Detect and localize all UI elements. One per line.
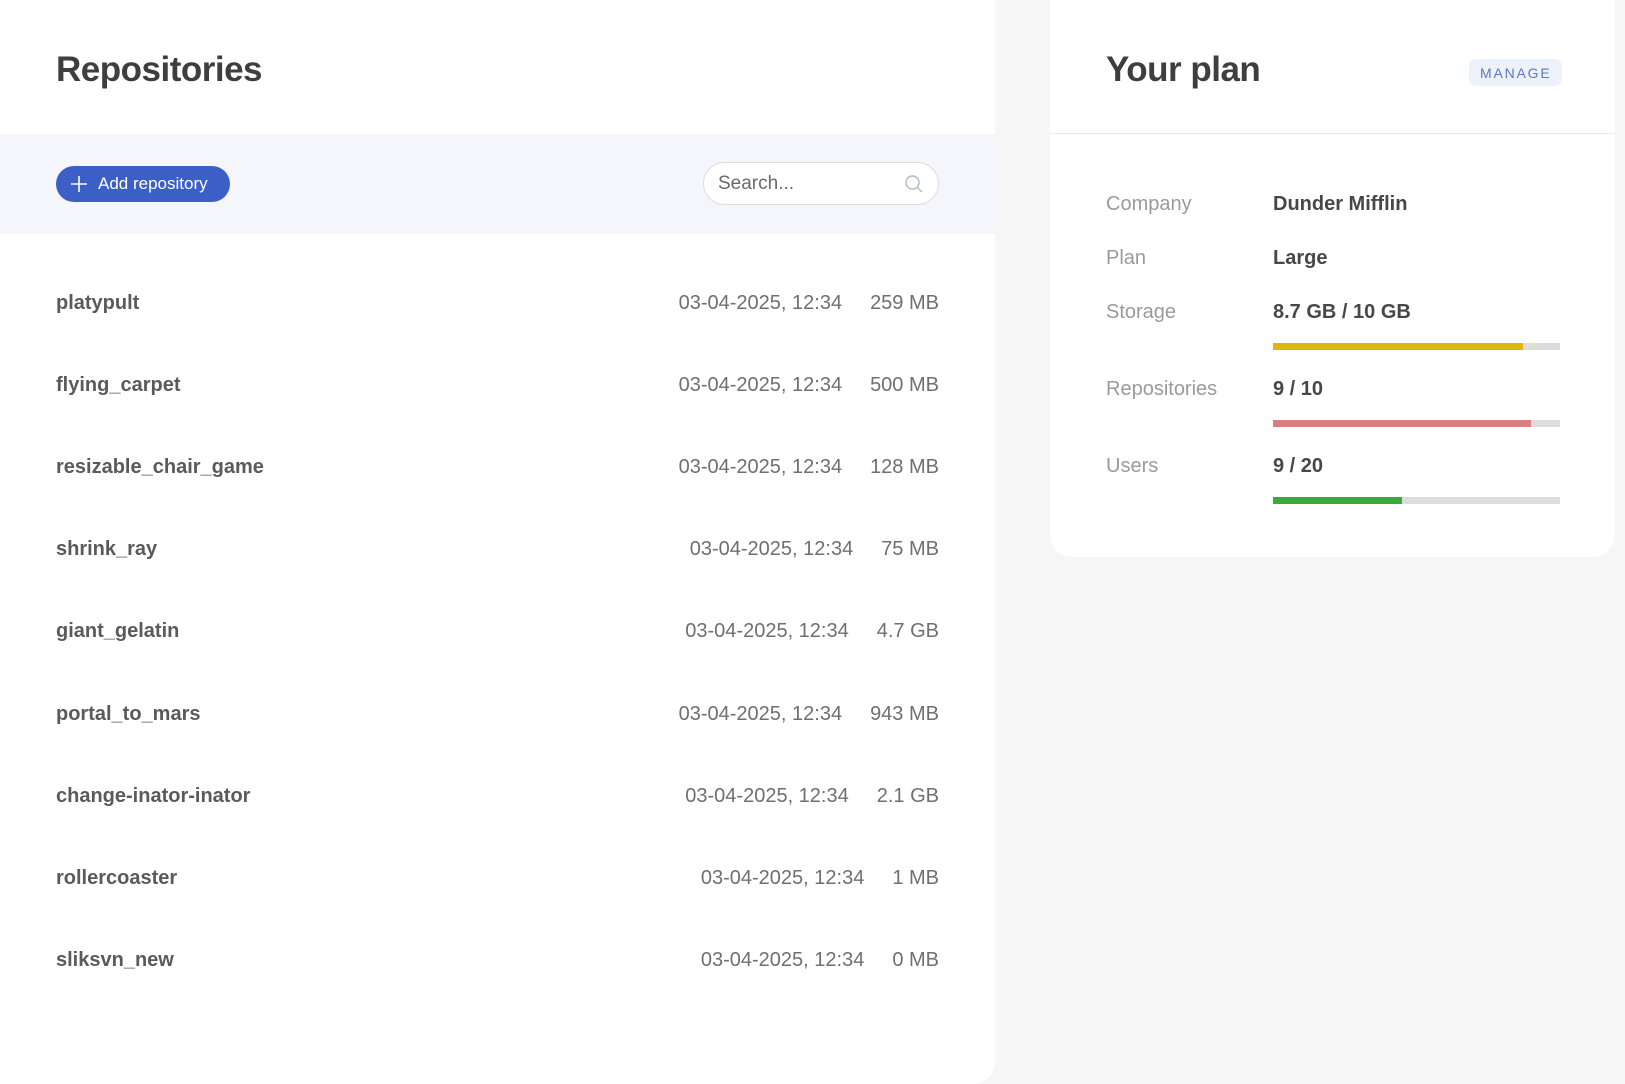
- repository-date: 03-04-2025, 12:34: [700, 866, 865, 889]
- repository-list: platypult 03-04-2025, 12:34 259 MB flyin…: [0, 262, 995, 1002]
- repository-size: 500 MB: [870, 373, 939, 396]
- manage-button[interactable]: MANAGE: [1469, 59, 1563, 86]
- repositories-panel: Repositories Add repository platypult 03…: [0, 0, 995, 1084]
- repository-row[interactable]: shrink_ray 03-04-2025, 12:34 75 MB: [0, 509, 995, 591]
- company-value: Dunder Mifflin: [1273, 193, 1408, 215]
- plan-header: Your plan MANAGE: [1050, 0, 1615, 134]
- repositories-usage-fill: [1273, 420, 1532, 427]
- repository-name[interactable]: portal_to_mars: [56, 703, 679, 726]
- storage-usage-bar: [1273, 343, 1560, 350]
- repositories-toolbar: Add repository: [0, 134, 995, 234]
- page-title: Repositories: [56, 50, 263, 89]
- plan-title: Your plan: [1106, 50, 1261, 89]
- repository-name[interactable]: flying_carpet: [56, 374, 679, 397]
- plan-panel: Your plan MANAGE Company Dunder Mifflin …: [1050, 0, 1615, 557]
- repository-date: 03-04-2025, 12:34: [689, 538, 854, 561]
- repository-size: 943 MB: [870, 702, 939, 725]
- repository-row[interactable]: change-inator-inator 03-04-2025, 12:34 2…: [0, 755, 995, 837]
- company-label: Company: [1106, 193, 1192, 215]
- storage-label: Storage: [1106, 301, 1177, 323]
- repository-date: 03-04-2025, 12:34: [700, 949, 865, 972]
- repository-name[interactable]: change-inator-inator: [56, 785, 685, 808]
- users-usage-fill: [1273, 497, 1403, 504]
- repository-size: 128 MB: [870, 455, 939, 478]
- repository-size: 1 MB: [892, 866, 939, 889]
- storage-usage-fill: [1273, 343, 1523, 350]
- repository-name[interactable]: giant_gelatin: [56, 620, 685, 643]
- search-icon[interactable]: [904, 174, 924, 194]
- users-label: Users: [1106, 455, 1159, 477]
- repository-size: 75 MB: [881, 538, 939, 561]
- repository-row[interactable]: rollercoaster 03-04-2025, 12:34 1 MB: [0, 837, 995, 919]
- repository-name[interactable]: shrink_ray: [56, 538, 690, 561]
- search-input[interactable]: [718, 172, 898, 195]
- repository-name[interactable]: rollercoaster: [56, 867, 701, 890]
- repository-date: 03-04-2025, 12:34: [678, 702, 843, 725]
- repositories-label: Repositories: [1106, 378, 1218, 400]
- repository-date: 03-04-2025, 12:34: [685, 620, 849, 643]
- plan-value: Large: [1273, 247, 1328, 269]
- repository-size: 0 MB: [892, 949, 939, 972]
- repository-date: 03-04-2025, 12:34: [678, 291, 843, 314]
- plus-icon: [71, 176, 87, 192]
- repository-row[interactable]: platypult 03-04-2025, 12:34 259 MB: [0, 262, 995, 344]
- users-usage-bar: [1273, 497, 1560, 504]
- search-box: [703, 162, 939, 205]
- repository-date: 03-04-2025, 12:34: [685, 784, 849, 807]
- storage-value: 8.7 GB / 10 GB: [1273, 301, 1411, 323]
- repository-size: 259 MB: [870, 291, 939, 314]
- repository-name[interactable]: resizable_chair_game: [56, 456, 679, 479]
- users-value: 9 / 20: [1273, 455, 1324, 477]
- repository-row[interactable]: flying_carpet 03-04-2025, 12:34 500 MB: [0, 344, 995, 426]
- repository-size: 4.7 GB: [876, 620, 939, 643]
- repository-row[interactable]: resizable_chair_game 03-04-2025, 12:34 1…: [0, 426, 995, 508]
- repository-row[interactable]: sliksvn_new 03-04-2025, 12:34 0 MB: [0, 920, 995, 1002]
- repository-size: 2.1 GB: [876, 784, 939, 807]
- repository-name[interactable]: platypult: [56, 292, 679, 315]
- add-repository-button[interactable]: Add repository: [56, 166, 230, 202]
- repository-row[interactable]: portal_to_mars 03-04-2025, 12:34 943 MB: [0, 673, 995, 755]
- plan-label: Plan: [1106, 247, 1147, 269]
- repository-name[interactable]: sliksvn_new: [56, 949, 701, 972]
- repositories-value: 9 / 10: [1273, 378, 1324, 400]
- repository-row[interactable]: giant_gelatin 03-04-2025, 12:34 4.7 GB: [0, 591, 995, 673]
- repository-date: 03-04-2025, 12:34: [678, 455, 843, 478]
- repositories-usage-bar: [1273, 420, 1560, 427]
- repository-date: 03-04-2025, 12:34: [678, 373, 843, 396]
- add-repository-label: Add repository: [98, 174, 208, 193]
